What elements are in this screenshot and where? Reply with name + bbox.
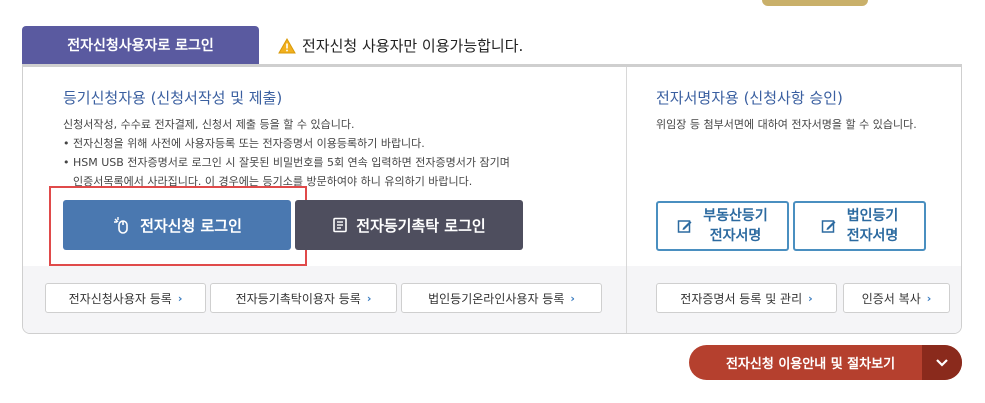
sign-label: 부동산등기 전자서명 bbox=[703, 208, 768, 244]
certificate-management-link[interactable]: 전자증명서 등록 및 관리 › bbox=[656, 283, 837, 313]
real-estate-e-sign-button[interactable]: 부동산등기 전자서명 bbox=[656, 201, 789, 251]
document-icon bbox=[333, 217, 348, 233]
chevron-right-icon: › bbox=[808, 291, 813, 305]
corner-decoration bbox=[762, 0, 868, 6]
applicant-section-title: 등기신청자용 (신청서작성 및 제출) bbox=[63, 89, 283, 107]
signer-description: 위임장 등 첨부서면에 대하여 전자서명을 할 수 있습니다. bbox=[656, 118, 917, 131]
tab-e-applicant-login[interactable]: 전자신청사용자로 로그인 bbox=[22, 26, 259, 64]
login-panel: 등기신청자용 (신청서작성 및 제출) 신청서작성, 수수료 전자결제, 신청서… bbox=[22, 64, 962, 334]
signer-section-title: 전자서명자용 (신청사항 승인) bbox=[656, 89, 843, 107]
e-registry-agent-login-button[interactable]: 전자등기촉탁 로그인 bbox=[295, 200, 523, 250]
register-e-applicant-link[interactable]: 전자신청사용자 등록 › bbox=[45, 283, 206, 313]
e-application-login-button[interactable]: 전자신청 로그인 bbox=[63, 200, 291, 250]
notice-text: 전자신청 사용자만 이용가능합니다. bbox=[302, 37, 524, 55]
sign-label: 법인등기 전자서명 bbox=[846, 208, 899, 244]
applicant-description: 신청서작성, 수수료 전자결제, 신청서 제출 등을 할 수 있습니다. • 전… bbox=[63, 115, 510, 191]
link-label: 전자등기촉탁이용자 등록 bbox=[235, 291, 361, 306]
register-agent-user-link[interactable]: 전자등기촉탁이용자 등록 › bbox=[210, 283, 397, 313]
corporate-e-sign-button[interactable]: 법인등기 전자서명 bbox=[793, 201, 926, 251]
register-corporate-online-link[interactable]: 법인등기온라인사용자 등록 › bbox=[401, 283, 602, 313]
edit-icon bbox=[678, 220, 692, 233]
desc-line: • 전자신청을 위해 사전에 사용자등록 또는 전자증명서 이용등록하기 바랍니… bbox=[63, 137, 425, 150]
link-label: 전자증명서 등록 및 관리 bbox=[680, 291, 803, 306]
chevron-right-icon: › bbox=[570, 291, 575, 305]
edit-icon bbox=[821, 220, 836, 233]
login-button-label: 전자신청 로그인 bbox=[140, 216, 242, 235]
desc-line: 신청서작성, 수수료 전자결제, 신청서 제출 등을 할 수 있습니다. bbox=[63, 118, 355, 131]
desc-line: • HSM USB 전자증명서로 로그인 시 잘못된 비밀번호를 5회 연속 입… bbox=[63, 156, 510, 169]
mouse-click-icon bbox=[114, 217, 128, 234]
notice: 전자신청 사용자만 이용가능합니다. bbox=[278, 35, 523, 56]
warning-icon bbox=[278, 37, 296, 53]
link-label: 전자신청사용자 등록 bbox=[68, 291, 172, 306]
guide-label: 전자신청 이용안내 및 절차보기 bbox=[725, 357, 896, 372]
certificate-copy-link[interactable]: 인증서 복사 › bbox=[843, 283, 950, 313]
chevron-right-icon: › bbox=[177, 291, 183, 305]
agent-button-label: 전자등기촉탁 로그인 bbox=[356, 216, 486, 235]
usage-guide-button[interactable]: 전자신청 이용안내 및 절차보기 bbox=[689, 345, 962, 380]
chevron-down-icon[interactable] bbox=[922, 345, 962, 380]
link-label: 법인등기온라인사용자 등록 bbox=[428, 291, 565, 306]
link-label: 인증서 복사 bbox=[861, 291, 921, 306]
chevron-right-icon: › bbox=[926, 291, 932, 305]
chevron-right-icon: › bbox=[366, 291, 372, 305]
panel-divider bbox=[626, 67, 627, 333]
